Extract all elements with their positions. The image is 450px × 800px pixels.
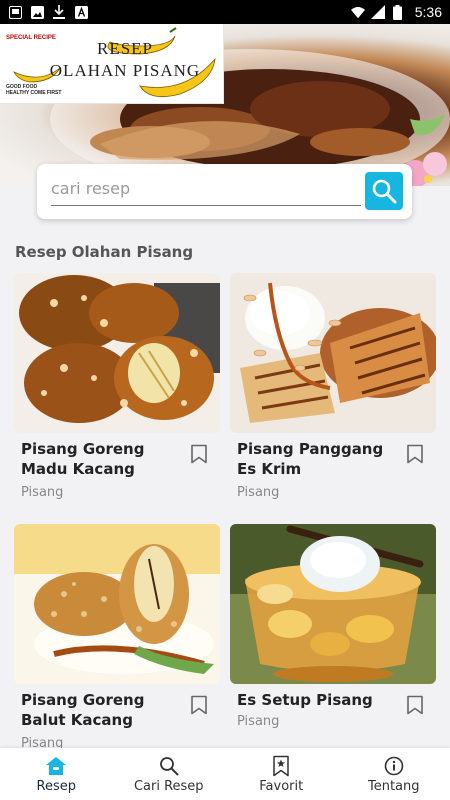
battery-icon [391, 4, 405, 20]
search-icon [372, 179, 397, 204]
recipe-category: Pisang [237, 485, 280, 500]
recipe-name: Pisang Panggang Es Krim [237, 440, 384, 478]
bookmark-icon[interactable] [190, 444, 208, 464]
bookmark-icon[interactable] [190, 695, 208, 715]
home-icon [45, 755, 67, 777]
recipe-category: Pisang [21, 485, 64, 500]
a-icon [74, 5, 88, 19]
header-banner: SPECIAL RECIPE RESEP OLAHAN PISANG GOOD … [0, 24, 450, 186]
download-icon [52, 5, 66, 19]
recipe-image [14, 273, 220, 433]
recipe-name: Es Setup Pisang [237, 691, 373, 709]
recipe-card[interactable]: Pisang Goreng Madu Kacang Pisang [14, 273, 220, 513]
recipe-name: Pisang Goreng Balut Kacang [21, 691, 145, 729]
search-button[interactable] [365, 172, 403, 210]
recipe-category: Pisang [237, 714, 280, 729]
nav-item-cari-resep[interactable]: Cari Resep [113, 748, 226, 800]
wifi-icon [350, 5, 365, 19]
section-title: Resep Olahan Pisang [15, 243, 194, 261]
nav-label: Resep [36, 778, 76, 794]
nav-item-tentang[interactable]: Tentang [338, 748, 450, 800]
photo-icon [8, 5, 22, 19]
recipe-image [230, 524, 436, 684]
info-icon [383, 755, 405, 777]
nav-label: Cari Resep [133, 778, 204, 794]
status-time: 5:36 [414, 4, 442, 20]
recipe-name: Pisang Goreng Madu Kacang [21, 440, 145, 478]
image-icon [30, 5, 44, 19]
recipe-image [230, 273, 436, 433]
brand-title: RESEP OLAHAN PISANG [49, 39, 201, 80]
brand-logo: SPECIAL RECIPE RESEP OLAHAN PISANG GOOD … [0, 24, 224, 104]
status-bar: 5:36 [0, 0, 450, 24]
nav-item-resep[interactable]: Resep [0, 748, 113, 800]
recipe-card[interactable]: Pisang Goreng Balut Kacang Pisang [14, 524, 220, 751]
bottom-navigation: Resep Cari Resep Favorit Tentang [0, 748, 450, 800]
brand-tagline: GOOD FOOD HEALTHY COME FIRST [6, 84, 62, 96]
search-input[interactable] [51, 172, 361, 206]
recipe-card[interactable]: Es Setup Pisang Pisang [230, 524, 436, 748]
recipe-image [14, 524, 220, 684]
nav-label: Favorit [259, 778, 304, 794]
bookmark-star-icon [270, 755, 292, 777]
recipe-card[interactable]: Pisang Panggang Es Krim Pisang [230, 273, 436, 513]
bookmark-icon[interactable] [406, 695, 424, 715]
nav-item-favorit[interactable]: Favorit [225, 748, 338, 800]
bookmark-icon[interactable] [406, 444, 424, 464]
search-icon [158, 755, 180, 777]
signal-icon [370, 5, 385, 19]
nav-label: Tentang [367, 778, 420, 794]
search-card [37, 164, 412, 219]
